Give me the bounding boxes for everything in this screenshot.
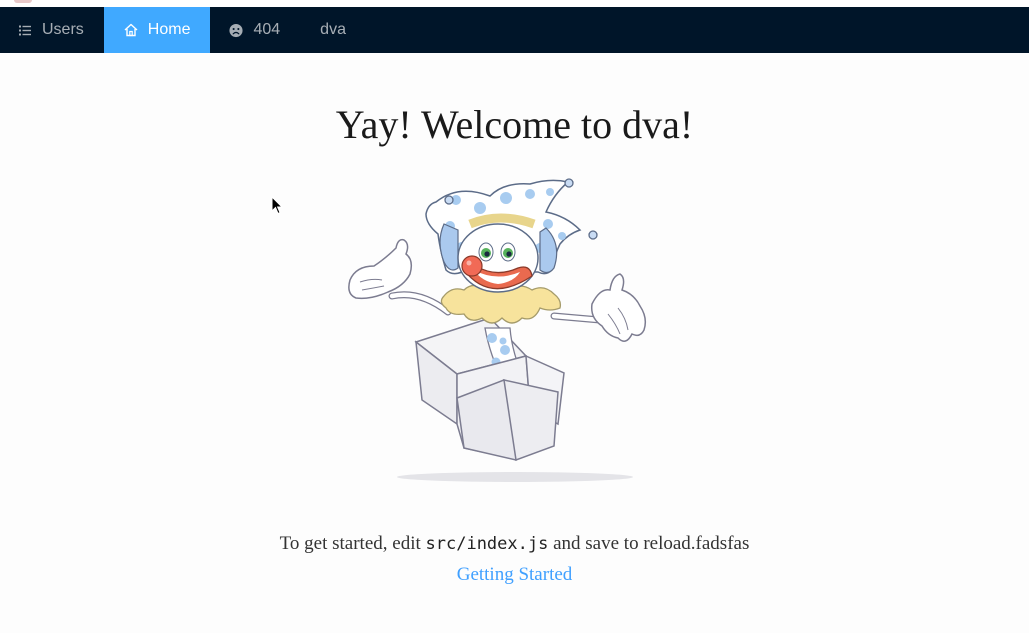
menu-item-users[interactable]: Users xyxy=(0,7,104,53)
menu-item-label: dva xyxy=(320,21,346,38)
menu-item-home[interactable]: Home xyxy=(103,7,211,53)
jack-in-the-box-illustration xyxy=(348,178,647,482)
get-started-text: To get started, edit src/index.js and sa… xyxy=(0,533,1029,555)
menu-item-404[interactable]: 404 xyxy=(210,7,302,53)
getting-started-row: Getting Started xyxy=(0,564,1029,586)
file-path-code: src/index.js xyxy=(425,534,549,554)
menu-item-dva[interactable]: dva xyxy=(302,7,366,53)
page-title: Yay! Welcome to dva! xyxy=(335,102,694,147)
menu-item-label: Home xyxy=(147,21,191,38)
frown-icon xyxy=(229,23,244,37)
window-edge-mark xyxy=(14,0,32,3)
bars-icon xyxy=(18,23,32,37)
menu-item-label: Users xyxy=(42,21,84,38)
main-content: Yay! Welcome to dva! To get started, edi… xyxy=(0,53,1029,633)
mouse-cursor-icon xyxy=(271,196,283,215)
getting-started-link[interactable]: Getting Started xyxy=(457,564,573,585)
home-icon xyxy=(124,23,138,37)
started-suffix: and save to reload.fadsfas xyxy=(548,533,750,554)
window-top-strip xyxy=(0,0,1029,7)
started-prefix: To get started, edit xyxy=(279,533,426,554)
menu-item-label: 404 xyxy=(253,21,281,38)
top-menu: Users Home 404 dva xyxy=(0,7,1029,53)
